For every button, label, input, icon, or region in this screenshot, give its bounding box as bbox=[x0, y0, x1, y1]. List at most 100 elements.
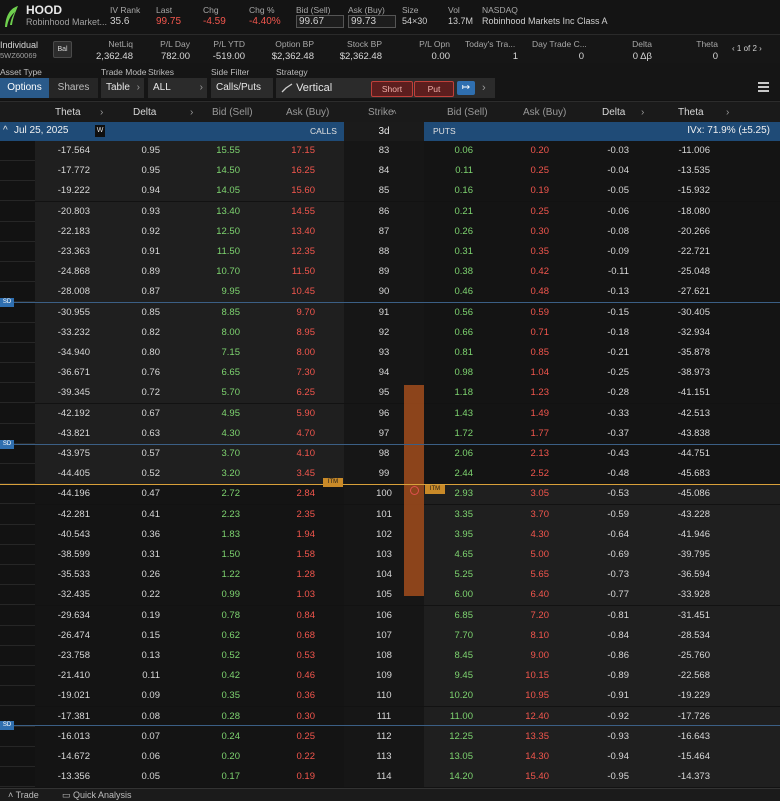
table-row[interactable]: -19.222 0.94 14.05 15.60 85 0.16 0.19 -0.05 -15.… bbox=[0, 181, 780, 202]
table-row[interactable]: -32.435 0.22 0.99 1.03 105 6.00 6.40 -0.77 -33.9… bbox=[0, 585, 780, 606]
put-bid-cell[interactable]: 6.85 bbox=[425, 606, 474, 626]
call-bid-cell[interactable]: 2.23 bbox=[190, 505, 241, 525]
call-bid-cell[interactable]: 5.70 bbox=[190, 383, 241, 403]
put-ask-cell[interactable]: 1.23 bbox=[500, 383, 550, 403]
call-bid-cell[interactable]: 1.22 bbox=[190, 565, 241, 585]
call-ask-cell[interactable]: 4.10 bbox=[265, 444, 316, 464]
call-ask-cell[interactable]: 12.35 bbox=[265, 242, 315, 262]
put-bid-cell[interactable]: 12.25 bbox=[425, 727, 473, 747]
strikes-select[interactable]: ALL › bbox=[148, 78, 207, 98]
call-bid-cell[interactable]: 14.05 bbox=[190, 181, 240, 201]
put-ask-cell[interactable]: 2.52 bbox=[500, 464, 550, 484]
call-ask-cell[interactable]: 15.60 bbox=[265, 181, 315, 201]
trade-tab[interactable]: ˄ Trade bbox=[8, 789, 39, 801]
call-ask-cell[interactable]: 11.50 bbox=[265, 262, 315, 282]
put-ask-cell[interactable]: 0.30 bbox=[500, 222, 550, 242]
put-bid-cell[interactable]: 0.98 bbox=[425, 363, 474, 383]
call-bid-cell[interactable]: 0.78 bbox=[190, 606, 241, 626]
put-bid-cell[interactable]: 1.43 bbox=[425, 404, 474, 424]
call-ask-cell[interactable]: 2.84 bbox=[265, 484, 316, 504]
table-row[interactable]: -38.599 0.31 1.50 1.58 103 4.65 5.00 -0.69 -39.7… bbox=[0, 545, 780, 565]
put-ask-cell[interactable]: 3.05 bbox=[500, 484, 550, 504]
put-bid-cell[interactable]: 7.70 bbox=[425, 626, 474, 646]
call-bid-cell[interactable]: 1.50 bbox=[190, 545, 241, 565]
swap-arrow-icon[interactable]: ↦ bbox=[457, 81, 475, 95]
put-ask-cell[interactable]: 5.65 bbox=[500, 565, 550, 585]
table-row[interactable]: -28.008 0.87 9.95 10.45 90 0.46 0.48 -0.13 -27.6… bbox=[0, 282, 780, 303]
col-call-ask[interactable]: Ask (Buy) bbox=[286, 102, 329, 123]
put-bid-cell[interactable]: 13.05 bbox=[425, 747, 473, 767]
call-ask-cell[interactable]: 1.58 bbox=[265, 545, 316, 565]
put-ask-cell[interactable]: 0.25 bbox=[500, 202, 550, 222]
put-bid-cell[interactable]: 0.46 bbox=[425, 282, 474, 302]
put-ask-cell[interactable]: 1.77 bbox=[500, 424, 550, 444]
call-bid-cell[interactable]: 1.83 bbox=[190, 525, 241, 545]
put-bid-cell[interactable]: 0.21 bbox=[425, 202, 474, 222]
bid-value[interactable]: 99.67 bbox=[296, 15, 344, 28]
call-bid-cell[interactable]: 7.15 bbox=[190, 343, 241, 363]
call-ask-cell[interactable]: 4.70 bbox=[265, 424, 316, 444]
account-type[interactable]: Individual bbox=[0, 40, 38, 50]
put-ask-cell[interactable]: 4.30 bbox=[500, 525, 550, 545]
put-bid-cell[interactable]: 5.25 bbox=[425, 565, 474, 585]
call-bid-cell[interactable]: 8.85 bbox=[190, 303, 241, 323]
call-ask-cell[interactable]: 5.90 bbox=[265, 404, 316, 424]
call-ask-cell[interactable]: 0.19 bbox=[265, 767, 316, 787]
put-ask-cell[interactable]: 0.85 bbox=[500, 343, 550, 363]
ask-value[interactable]: 99.73 bbox=[348, 15, 396, 28]
table-row[interactable]: -35.533 0.26 1.22 1.28 104 5.25 5.65 -0.73 -36.5… bbox=[0, 565, 780, 586]
put-bid-cell[interactable]: 11.00 bbox=[425, 707, 473, 727]
chevron-left-icon[interactable]: ‹ bbox=[732, 44, 735, 53]
table-row[interactable]: -33.232 0.82 8.00 8.95 92 0.66 0.71 -0.18 -32.93… bbox=[0, 322, 780, 343]
chevron-right-icon[interactable]: › bbox=[759, 44, 762, 53]
table-row[interactable]: -30.955 0.85 8.85 9.70 91 0.56 0.59 -0.15 -30.40… bbox=[0, 302, 780, 323]
chevron-right-icon[interactable]: › bbox=[641, 102, 644, 123]
put-ask-cell[interactable]: 6.40 bbox=[500, 585, 550, 605]
put-ask-cell[interactable]: 8.10 bbox=[500, 626, 550, 646]
call-bid-cell[interactable]: 2.72 bbox=[190, 484, 241, 504]
table-row[interactable]: -17.381 0.08 0.28 0.30 111 11.00 12.40 -0.92 -17… bbox=[0, 706, 780, 727]
chevron-right-icon[interactable]: › bbox=[726, 102, 729, 123]
quick-analysis-tab[interactable]: ▭ Quick Analysis bbox=[62, 789, 132, 801]
put-bid-cell[interactable]: 1.18 bbox=[425, 383, 474, 403]
call-ask-cell[interactable]: 9.70 bbox=[265, 303, 316, 323]
call-ask-cell[interactable]: 6.25 bbox=[265, 383, 316, 403]
call-ask-cell[interactable]: 14.55 bbox=[265, 202, 315, 222]
put-ask-cell[interactable]: 0.59 bbox=[500, 303, 550, 323]
table-row[interactable]: -19.021 0.09 0.35 0.36 110 10.20 10.95 -0.91 -19… bbox=[0, 686, 780, 707]
table-row[interactable]: -22.183 0.92 12.50 13.40 87 0.26 0.30 -0.08 -20.… bbox=[0, 221, 780, 242]
call-ask-cell[interactable]: 1.03 bbox=[265, 585, 316, 605]
put-bid-cell[interactable]: 2.06 bbox=[425, 444, 474, 464]
chevron-right-icon[interactable]: › bbox=[482, 78, 486, 98]
put-bid-cell[interactable]: 3.95 bbox=[425, 525, 474, 545]
pager[interactable]: ‹ 1 of 2 › bbox=[732, 44, 762, 53]
sort-up-icon[interactable]: ˄ bbox=[392, 102, 397, 123]
call-ask-cell[interactable]: 0.25 bbox=[265, 727, 316, 747]
call-ask-cell[interactable]: 0.84 bbox=[265, 606, 316, 626]
table-row[interactable]: -17.772 0.95 14.50 16.25 84 0.11 0.25 -0.04 -13.… bbox=[0, 161, 780, 182]
call-bid-cell[interactable]: 0.42 bbox=[190, 666, 241, 686]
col-put-theta[interactable]: Theta bbox=[678, 102, 704, 123]
call-bid-cell[interactable]: 12.50 bbox=[190, 222, 240, 242]
put-ask-cell[interactable]: 12.40 bbox=[500, 707, 549, 727]
call-bid-cell[interactable]: 3.20 bbox=[190, 464, 241, 484]
call-bid-cell[interactable]: 15.55 bbox=[190, 141, 240, 161]
table-row[interactable]: -23.758 0.13 0.52 0.53 108 8.45 9.00 -0.86 -25.7… bbox=[0, 646, 780, 666]
table-row[interactable]: -16.013 0.07 0.24 0.25 112 12.25 13.35 -0.93 -16… bbox=[0, 726, 780, 747]
table-row[interactable]: -24.868 0.89 10.70 11.50 89 0.38 0.42 -0.11 -25.… bbox=[0, 262, 780, 283]
call-bid-cell[interactable]: 0.28 bbox=[190, 707, 241, 727]
put-bid-cell[interactable]: 9.45 bbox=[425, 666, 474, 686]
put-bid-cell[interactable]: 14.20 bbox=[425, 767, 473, 787]
put-ask-cell[interactable]: 5.00 bbox=[500, 545, 550, 565]
table-row[interactable]: -44.405 0.52 3.20 3.45 99 2.44 2.52 -0.48 -45.68… bbox=[0, 464, 780, 485]
put-button[interactable]: Put bbox=[414, 81, 454, 97]
col-put-delta[interactable]: Delta bbox=[602, 102, 625, 123]
call-bid-cell[interactable]: 0.24 bbox=[190, 727, 241, 747]
col-call-delta[interactable]: Delta bbox=[133, 102, 156, 123]
call-ask-cell[interactable]: 0.22 bbox=[265, 747, 316, 767]
put-ask-cell[interactable]: 1.49 bbox=[500, 404, 550, 424]
call-ask-cell[interactable]: 10.45 bbox=[265, 282, 315, 302]
call-bid-cell[interactable]: 0.62 bbox=[190, 626, 241, 646]
call-bid-cell[interactable]: 0.20 bbox=[190, 747, 241, 767]
call-bid-cell[interactable]: 10.70 bbox=[190, 262, 240, 282]
